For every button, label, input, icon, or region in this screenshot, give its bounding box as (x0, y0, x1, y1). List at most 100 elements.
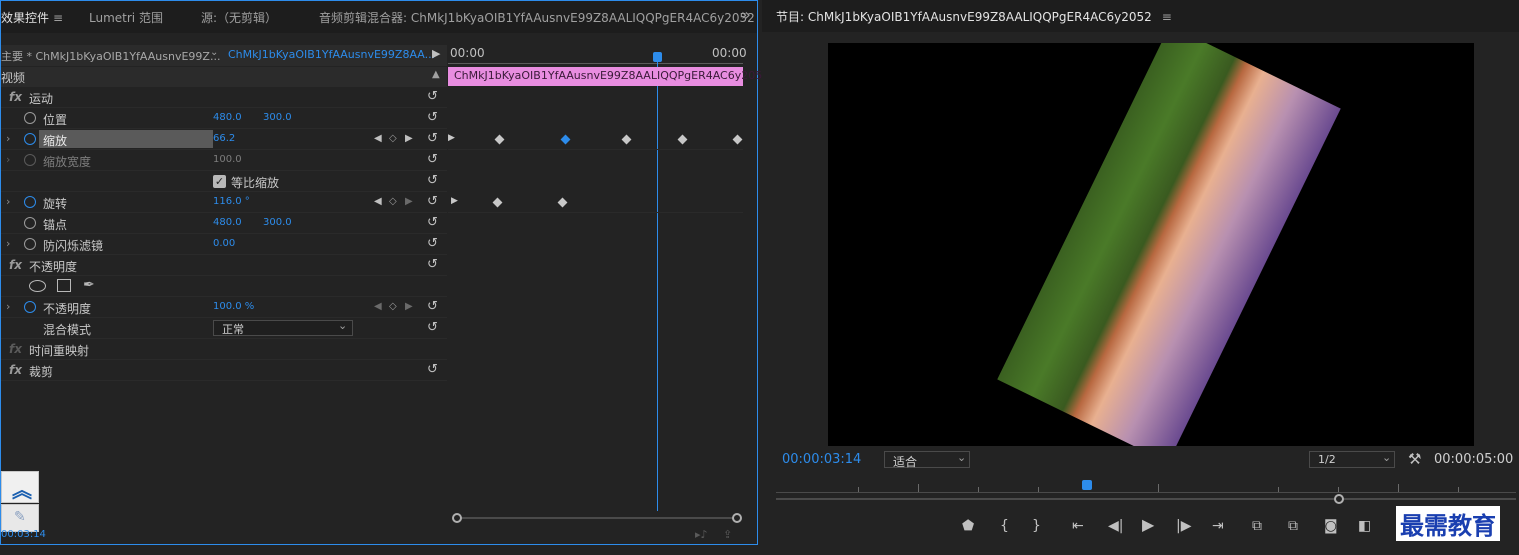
pin-button[interactable]: ✎ (1, 504, 39, 532)
add-marker-icon[interactable]: ⬟ (962, 518, 974, 534)
reset-icon[interactable]: ↺ (427, 131, 438, 146)
scale-value[interactable]: 66.2 (213, 133, 235, 144)
next-keyframe-icon[interactable]: ▶ (405, 301, 413, 312)
reset-icon[interactable]: ↺ (427, 89, 438, 104)
stopwatch-icon[interactable] (24, 112, 36, 124)
ellipse-mask-icon[interactable] (29, 280, 46, 292)
play-only-icon[interactable]: ▶ (432, 47, 440, 60)
chevron-right-icon[interactable]: › (6, 237, 10, 250)
prev-keyframe-icon[interactable]: ◀ (374, 301, 382, 312)
zoom-handle-right[interactable] (732, 513, 742, 523)
reset-icon[interactable]: ↺ (427, 215, 438, 230)
reset-icon[interactable]: ↺ (427, 362, 438, 377)
rotation-keyframe-track[interactable]: ▶ (448, 192, 743, 213)
program-timecode[interactable]: 00:00:03:14 (782, 452, 861, 467)
chevron-right-icon[interactable]: › (6, 300, 10, 313)
scroll-up-icon[interactable]: ▲ (432, 69, 440, 80)
zoom-handle[interactable] (1334, 494, 1344, 504)
tab-effect-controls[interactable]: 效果控件 ≡ (1, 9, 63, 26)
blend-mode-select[interactable]: 正常 ⌄ (213, 319, 353, 336)
timeline-zoom-scrollbar[interactable] (452, 513, 742, 523)
clip-label[interactable]: ChMkJ1bKyaOIB1YfAAusnvE99Z8AA... (228, 48, 435, 61)
extract-icon[interactable]: ⧉ (1288, 518, 1298, 534)
video-frame[interactable] (828, 43, 1474, 446)
fx-icon[interactable]: fx (9, 342, 22, 356)
stopwatch-icon[interactable] (24, 196, 36, 208)
reset-icon[interactable]: ↺ (427, 257, 438, 272)
reset-icon[interactable]: ↺ (427, 110, 438, 125)
chevron-down-icon[interactable]: ⌄ (210, 47, 218, 58)
pen-icon[interactable]: ✒ (83, 277, 95, 293)
fit-select[interactable]: 适合 ⌄ (884, 451, 970, 469)
master-clip-label[interactable]: 主要 * ChMkJ1bKyaOIB1YfAAusnvE99Z... (1, 48, 220, 64)
panel-menu-icon[interactable]: ≡ (53, 11, 63, 25)
tab-audio-mixer[interactable]: 音频剪辑混合器: ChMkJ1bKyaOIB1YfAAusnvE99Z8AALI… (319, 9, 755, 26)
panel-menu-icon[interactable]: ≡ (1162, 10, 1172, 24)
mark-in-icon[interactable]: { (1000, 518, 1009, 534)
mark-out-icon[interactable]: } (1032, 518, 1041, 534)
scroll-top-button[interactable]: ︽ (1, 471, 39, 503)
chevron-right-icon[interactable]: › (6, 195, 10, 208)
chevron-right-icon[interactable]: › (6, 132, 10, 145)
play-icon[interactable]: ▶ (1142, 515, 1154, 534)
opacity-row[interactable]: fx 不透明度 ↺ (1, 255, 447, 276)
program-playhead[interactable] (1082, 480, 1092, 490)
add-keyframe-icon[interactable]: ◇ (389, 301, 397, 312)
keyframe-selected[interactable] (560, 134, 571, 145)
anchor-x-value[interactable]: 480.0 (213, 217, 242, 228)
reset-icon[interactable]: ↺ (427, 236, 438, 251)
tab-source[interactable]: 源:（无剪辑） (201, 9, 277, 26)
motion-row[interactable]: fx 运动 ↺ (1, 87, 447, 108)
stopwatch-icon[interactable] (24, 238, 36, 250)
overflow-icon[interactable]: » (741, 5, 751, 24)
audio-icon[interactable]: ▸♪ (695, 528, 708, 541)
anchor-y-value[interactable]: 300.0 (263, 217, 292, 228)
program-time-ruler[interactable] (776, 478, 1516, 494)
tab-program[interactable]: 节目: ChMkJ1bKyaOIB1YfAAusnvE99Z8AALIQQPgE… (776, 8, 1172, 25)
step-back-icon[interactable]: ◀| (1108, 518, 1123, 534)
keyframe[interactable] (557, 197, 568, 208)
go-to-out-icon[interactable]: ⇥ (1212, 518, 1224, 534)
next-keyframe-icon[interactable]: ▶ (405, 196, 413, 207)
resolution-select[interactable]: 1/2 ⌄ (1309, 451, 1395, 468)
keyframe[interactable] (621, 134, 632, 145)
uniform-scale-checkbox[interactable]: ✓ (213, 175, 226, 188)
step-forward-icon[interactable]: |▶ (1176, 518, 1191, 534)
prev-keyframe-icon[interactable]: ◀ (374, 196, 382, 207)
clip-bar[interactable]: ChMkJ1bKyaOIB1YfAAusnvE99Z8AALIQQPgER4AC… (448, 67, 769, 86)
position-y-value[interactable]: 300.0 (263, 112, 292, 123)
compare-icon[interactable]: ◧ (1358, 518, 1371, 534)
stopwatch-icon[interactable] (24, 133, 36, 145)
reset-icon[interactable]: ↺ (427, 194, 438, 209)
program-zoom-bar[interactable] (776, 494, 1516, 504)
rectangle-mask-icon[interactable] (57, 279, 71, 292)
fx-icon[interactable]: fx (9, 363, 22, 377)
zoom-handle-left[interactable] (452, 513, 462, 523)
stopwatch-icon[interactable] (24, 217, 36, 229)
keyframe[interactable] (732, 134, 743, 145)
camera-icon[interactable]: ◙ (1324, 518, 1338, 534)
add-keyframe-icon[interactable]: ◇ (389, 133, 397, 144)
keyframe[interactable] (492, 197, 503, 208)
keyframe[interactable] (494, 134, 505, 145)
reset-icon[interactable]: ↺ (427, 299, 438, 314)
keyframe[interactable] (677, 134, 688, 145)
fx-icon[interactable]: fx (9, 90, 22, 104)
timeline-ruler[interactable]: 00:00 00:00 (448, 45, 747, 66)
next-keyframe-icon[interactable]: ▶ (405, 133, 413, 144)
ec-timecode[interactable]: 00:03:14 (1, 529, 46, 540)
reset-icon[interactable]: ↺ (427, 152, 438, 167)
reset-icon[interactable]: ↺ (427, 173, 438, 188)
stopwatch-icon[interactable] (24, 301, 36, 313)
scale-keyframe-track[interactable]: ▶ (448, 129, 743, 150)
export-icon[interactable]: ⇪ (723, 528, 732, 541)
crop-row[interactable]: fx 裁剪 ↺ (1, 360, 447, 381)
tab-lumetri[interactable]: Lumetri 范围 (89, 9, 163, 26)
position-x-value[interactable]: 480.0 (213, 112, 242, 123)
flicker-value[interactable]: 0.00 (213, 238, 235, 249)
reset-icon[interactable]: ↺ (427, 320, 438, 335)
prev-keyframe-icon[interactable]: ◀ (374, 133, 382, 144)
opacity-value[interactable]: 100.0 % (213, 301, 254, 312)
wrench-icon[interactable]: ⚒ (1408, 450, 1421, 468)
lift-icon[interactable]: ⧉ (1252, 518, 1262, 534)
